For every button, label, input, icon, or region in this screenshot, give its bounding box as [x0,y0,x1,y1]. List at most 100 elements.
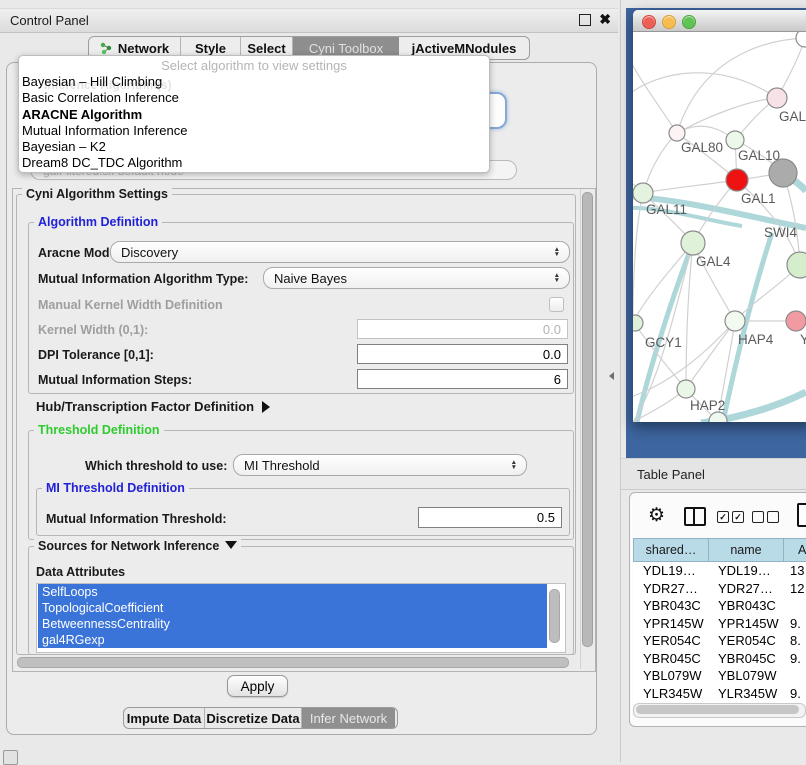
aracne-mode-select[interactable]: Discovery ▲▼ [110,241,570,263]
network-node[interactable] [669,125,685,141]
dpi-tolerance-field[interactable]: 0.0 [357,344,568,364]
algorithm-option[interactable]: Dream8 DC_TDC Algorithm [19,155,489,171]
network-node[interactable] [633,183,653,203]
attribute-item-selected[interactable]: TopologicalCoefficient [38,600,547,616]
mi-steps-value: 6 [554,372,561,387]
node-label: Y [800,332,806,347]
tab-discretize-data[interactable]: Discretize Data [205,708,302,728]
network-node[interactable] [681,231,705,255]
table-cell: YBR045C [708,650,783,668]
network-edge [633,193,643,322]
network-node[interactable] [726,131,744,149]
kernel-width-field[interactable]: 0.0 [357,319,568,339]
table-cell: 12 [783,580,806,598]
tab-label: Infer Network [310,711,387,726]
status-bar-icon[interactable] [3,750,18,765]
tab-label: Discretize Data [206,711,299,726]
mi-threshold-title: MI Threshold Definition [42,481,189,495]
mi-threshold-field[interactable]: 0.5 [418,507,562,528]
network-node[interactable] [725,311,745,331]
apply-button[interactable]: Apply [227,675,288,697]
network-node[interactable] [767,88,787,108]
node-label: GCY1 [645,335,682,350]
network-node[interactable] [796,32,806,47]
node-label: SWI4 [764,225,797,240]
table-row[interactable]: YER054CYER054C8. [633,632,806,650]
attribute-item-selected[interactable]: gal4RGexp [38,632,547,648]
tab-infer-network[interactable]: Infer Network [302,708,395,728]
network-node[interactable] [677,380,695,398]
network-tab-icon [100,42,113,55]
tab-label: Impute Data [127,711,201,726]
zoom-traffic-light-icon[interactable] [682,15,696,29]
node-label: GAL1 [741,191,776,206]
table-row[interactable]: YBR043CYBR043C [633,597,806,615]
mi-steps-field[interactable]: 6 [357,369,568,389]
network-node[interactable] [786,311,806,331]
checked-checkbox-icon[interactable]: ✓ [717,511,729,523]
cyni-algorithm-settings-title: Cyni Algorithm Settings [22,187,172,201]
table-cell: YDR27… [633,580,708,598]
splitter-collapse-icon[interactable] [609,372,614,380]
table-cell: YLR345W [633,685,708,703]
algorithm-option[interactable]: ARACNE Algorithm [19,107,489,123]
network-node[interactable] [769,159,797,187]
table-horizontal-scrollbar-thumb[interactable] [636,705,799,714]
table-row[interactable]: YDL19…YDL19…13 [633,562,806,580]
bottom-tab-bar: Impute Data Discretize Data Infer Networ… [123,707,398,729]
node-label: GAL80 [681,140,723,155]
attribute-item-selected[interactable]: BetweennessCentrality [38,616,547,632]
which-threshold-label: Which threshold to use: [85,459,227,473]
table-column-header[interactable]: Av [783,538,806,562]
network-canvas[interactable]: GALGAL80GAL10GAL1GAL11SWI4GAL4HAP4YGCY1H… [633,32,806,422]
table-cell: YBR043C [708,597,783,615]
panel-divider[interactable] [620,0,621,762]
stepper-icon: ▲▼ [511,460,517,470]
table-row[interactable]: YPR145WYPR145W9. [633,615,806,633]
algorithm-option[interactable]: Mutual Information Inference [19,123,489,139]
table-row[interactable]: YDR27…YDR27…12 [633,580,806,598]
unchecked-checkbox-icon[interactable] [767,511,779,523]
table-row[interactable]: YLR345WYLR345W9. [633,685,806,703]
algorithm-option[interactable]: Bayesian – K2 [19,139,489,155]
hub-definition-label: Hub/Transcription Factor Definition [36,399,254,414]
mi-algorithm-type-select[interactable]: Naive Bayes ▲▼ [263,267,570,289]
table-cell [783,597,806,615]
table-column-header[interactable]: shared… [633,538,708,562]
which-threshold-value: MI Threshold [244,458,320,473]
document-icon[interactable] [797,503,806,527]
column-layout-icon[interactable] [684,507,706,526]
checked-checkbox-icon[interactable]: ✓ [732,511,744,523]
algorithm-option[interactable]: Basic Correlation Inference [19,90,489,106]
float-window-icon[interactable] [579,14,591,26]
algorithm-option-list: Bayesian – Hill ClimbingBasic Correlatio… [19,74,489,172]
settings-vertical-scrollbar-thumb[interactable] [582,192,593,647]
which-threshold-select[interactable]: MI Threshold ▲▼ [233,454,527,476]
hub-definition-toggle[interactable]: Hub/Transcription Factor Definition [36,399,270,414]
table-panel-titlebar: Table Panel [621,458,806,490]
tab-impute-data[interactable]: Impute Data [124,708,205,728]
settings-horizontal-scrollbar-thumb[interactable] [17,657,569,668]
network-node[interactable] [633,315,643,331]
close-icon[interactable]: ✖ [599,11,611,28]
manual-kernel-width-checkbox[interactable] [549,297,564,312]
algorithm-option[interactable]: Bayesian – Hill Climbing [19,74,489,90]
algorithm-dropdown: Inference Algorithm(s) Select algorithm … [18,55,490,173]
node-label: GAL10 [738,148,780,163]
control-panel-titlebar: Control Panel ✖ [0,8,618,33]
network-node[interactable] [726,169,748,191]
close-traffic-light-icon[interactable] [642,15,656,29]
sources-title[interactable]: Sources for Network Inference [34,539,241,553]
minimize-traffic-light-icon[interactable] [662,15,676,29]
table-column-header[interactable]: name [708,538,783,562]
table-row[interactable]: YBL079WYBL079W [633,667,806,685]
unchecked-checkbox-icon[interactable] [752,511,764,523]
gear-icon[interactable]: ⚙ [648,504,665,527]
table-row[interactable]: YBR045CYBR045C9. [633,650,806,668]
attribute-item-selected[interactable]: SelfLoops [38,584,547,600]
algorithm-dropdown-placeholder: Select algorithm to view settings [19,56,489,74]
table-cell: YBL079W [708,667,783,685]
list-scrollbar-thumb[interactable] [549,589,560,643]
table-cell: YDL19… [633,562,708,580]
network-window-titlebar[interactable] [633,10,806,32]
